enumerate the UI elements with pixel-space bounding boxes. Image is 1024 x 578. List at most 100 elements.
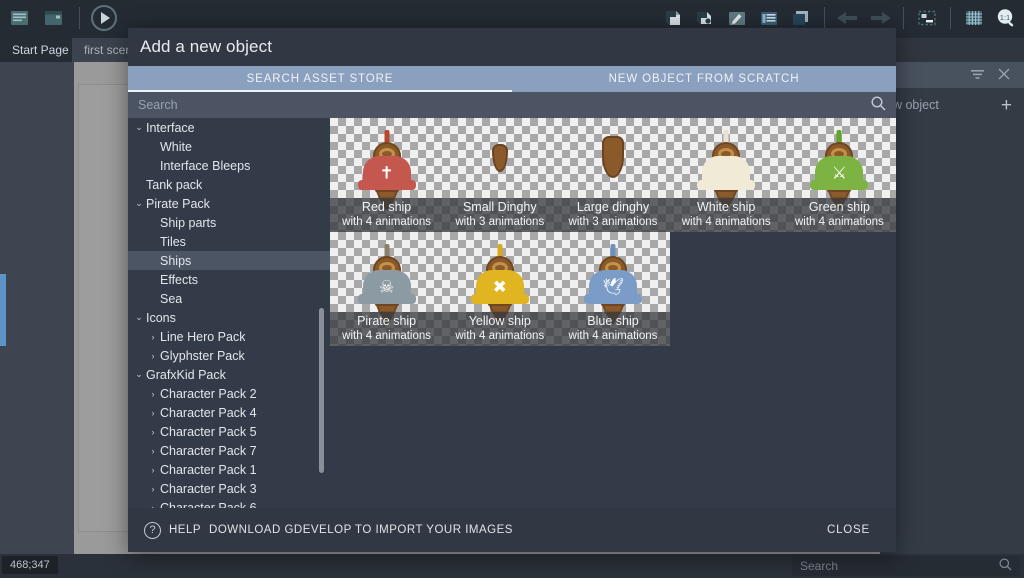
asset-category-tree[interactable]: ⌄ Interface White Interface Bleeps Tank pack… <box>128 118 330 508</box>
tree-item-effects[interactable]: Effects <box>128 270 330 289</box>
asset-grid: ✝ Red ship with 4 animations Small Dinghy wi… <box>330 118 896 508</box>
asset-animation-count: with 4 animations <box>342 216 432 228</box>
asset-animation-count: with 4 animations <box>681 216 771 228</box>
tree-item-label: Character Pack 5 <box>160 424 257 439</box>
objects-search-placeholder: Search <box>800 559 839 573</box>
tree-item-glyphster-pack[interactable]: › Glyphster Pack <box>128 346 330 365</box>
tree-item-tiles[interactable]: Tiles <box>128 232 330 251</box>
tree-item-label: Ship parts <box>160 215 217 230</box>
tree-item-interface-bleeps[interactable]: Interface Bleeps <box>128 156 330 175</box>
tree-item-label: Character Pack 4 <box>160 405 257 420</box>
filter-icon[interactable] <box>971 69 984 82</box>
chevron-right-icon[interactable]: › <box>146 465 160 475</box>
close-icon[interactable] <box>998 68 1010 82</box>
cursor-coordinates: 468;347 <box>2 556 58 574</box>
preview-play-icon[interactable] <box>91 5 117 31</box>
tree-item-icons[interactable]: ⌄ Icons <box>128 308 330 327</box>
screen: 1:1 Start Page first scene ew object + 4… <box>0 0 1024 578</box>
tree-item-grafxkid-pack[interactable]: ⌄ GrafxKid Pack <box>128 365 330 384</box>
zoom-reset-icon[interactable]: 1:1 <box>992 4 1020 32</box>
ship-emblem-icon: ☠ <box>378 277 395 297</box>
objects-panel: ew object + <box>880 62 1024 554</box>
chevron-down-icon[interactable]: ⌄ <box>132 122 146 133</box>
tree-item-ship-parts[interactable]: Ship parts <box>128 213 330 232</box>
asset-caption: Small Dinghy with 3 animations <box>443 198 557 232</box>
tree-item-interface[interactable]: ⌄ Interface <box>128 118 330 137</box>
dialog-footer: ? HELP DOWNLOAD GDEVELOP TO IMPORT YOUR … <box>128 508 896 552</box>
canvas-accent-bar <box>0 274 6 346</box>
tree-item-label: Icons <box>146 310 176 325</box>
asset-card[interactable]: ✝ Red ship with 4 animations <box>330 118 444 232</box>
tree-item-tank-pack[interactable]: Tank pack <box>128 175 330 194</box>
search-icon[interactable] <box>999 558 1012 574</box>
chevron-right-icon[interactable]: › <box>146 389 160 399</box>
tab-new-object-from-scratch[interactable]: NEW OBJECT FROM SCRATCH <box>512 66 896 92</box>
asset-caption: Pirate ship with 4 animations <box>330 312 444 346</box>
asset-search-placeholder: Search <box>138 98 178 112</box>
tree-item-label: Character Pack 3 <box>160 481 257 496</box>
scene-editor-icon[interactable] <box>40 4 68 32</box>
tree-item-label: Pirate Pack <box>146 196 210 211</box>
tree-item-character-pack-4[interactable]: › Character Pack 4 <box>128 403 330 422</box>
tree-item-line-hero-pack[interactable]: › Line Hero Pack <box>128 327 330 346</box>
tree-item-character-pack-7[interactable]: › Character Pack 7 <box>128 441 330 460</box>
asset-card[interactable]: White ship with 4 animations <box>669 118 783 232</box>
tree-item-label: Sea <box>160 291 183 306</box>
asset-animation-count: with 4 animations <box>342 330 432 342</box>
objects-search-input[interactable]: Search <box>792 556 1020 576</box>
chevron-right-icon[interactable]: › <box>146 446 160 456</box>
tab-start-page[interactable]: Start Page <box>0 38 81 62</box>
tree-item-label: Effects <box>160 272 198 287</box>
tree-scrollbar[interactable] <box>319 308 324 473</box>
toolbar-separator-4 <box>950 7 951 29</box>
help-link[interactable]: HELP <box>169 524 201 536</box>
tree-item-label: Ships <box>160 253 192 268</box>
chevron-right-icon[interactable]: › <box>146 408 160 418</box>
toolbar-left-group <box>6 4 117 32</box>
ship-emblem-icon: ✖ <box>492 277 507 297</box>
tree-item-pirate-pack[interactable]: ⌄ Pirate Pack <box>128 194 330 213</box>
asset-card[interactable]: ⚔ Green ship with 4 animations <box>782 118 896 232</box>
download-gdevelop-link[interactable]: DOWNLOAD GDEVELOP TO IMPORT YOUR IMAGES <box>209 524 513 536</box>
snap-icon[interactable] <box>913 4 941 32</box>
tree-item-character-pack-2[interactable]: › Character Pack 2 <box>128 384 330 403</box>
project-manager-icon[interactable] <box>6 4 34 32</box>
tree-item-label: Line Hero Pack <box>160 329 246 344</box>
chevron-down-icon[interactable]: ⌄ <box>132 198 146 209</box>
tree-item-character-pack-6[interactable]: › Character Pack 6 <box>128 498 330 509</box>
asset-caption: Yellow ship with 4 animations <box>443 312 557 346</box>
asset-card[interactable]: 🕊 Blue ship with 4 animations <box>556 232 670 346</box>
close-button[interactable]: CLOSE <box>817 518 880 542</box>
toolbar-separator <box>79 7 80 29</box>
dinghy-sprite <box>601 136 624 178</box>
chevron-right-icon[interactable]: › <box>146 332 160 342</box>
asset-animation-count: with 4 animations <box>455 330 545 342</box>
tree-item-white[interactable]: White <box>128 137 330 156</box>
search-icon[interactable] <box>871 96 886 114</box>
dialog-tabs: SEARCH ASSET STORE NEW OBJECT FROM SCRAT… <box>128 66 896 92</box>
asset-card[interactable]: Small Dinghy with 3 animations <box>443 118 557 232</box>
add-object-plus-button[interactable]: + <box>1001 96 1012 115</box>
tab-search-asset-store[interactable]: SEARCH ASSET STORE <box>128 66 512 92</box>
tree-item-label: Glyphster Pack <box>160 348 245 363</box>
asset-card[interactable]: Large dinghy with 3 animations <box>556 118 670 232</box>
asset-animation-count: with 4 animations <box>568 330 658 342</box>
grid-icon[interactable] <box>960 4 988 32</box>
help-icon[interactable]: ? <box>144 521 161 539</box>
add-new-object-dialog: Add a new object SEARCH ASSET STORE NEW … <box>128 28 896 552</box>
asset-card[interactable]: ☠ Pirate ship with 4 animations <box>330 232 444 346</box>
chevron-down-icon[interactable]: ⌄ <box>132 369 146 380</box>
asset-card[interactable]: ✖ Yellow ship with 4 animations <box>443 232 557 346</box>
tree-item-sea[interactable]: Sea <box>128 289 330 308</box>
chevron-right-icon[interactable]: › <box>146 351 160 361</box>
chevron-down-icon[interactable]: ⌄ <box>132 312 146 323</box>
tree-item-character-pack-5[interactable]: › Character Pack 5 <box>128 422 330 441</box>
tree-item-ships[interactable]: Ships <box>128 251 330 270</box>
asset-search-input[interactable]: Search <box>128 92 896 118</box>
canvas-left-strip <box>0 62 74 554</box>
tree-item-character-pack-3[interactable]: › Character Pack 3 <box>128 479 330 498</box>
chevron-right-icon[interactable]: › <box>146 427 160 437</box>
chevron-right-icon[interactable]: › <box>146 484 160 494</box>
tree-item-character-pack-1[interactable]: › Character Pack 1 <box>128 460 330 479</box>
dialog-body: ⌄ Interface White Interface Bleeps Tank pack… <box>128 118 896 508</box>
